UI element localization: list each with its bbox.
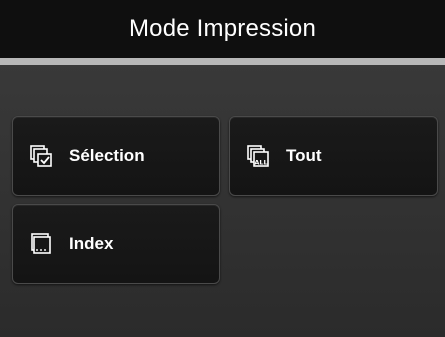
all-images-icon: ALL [247,145,269,167]
index-button[interactable]: Index [12,204,220,284]
index-label: Index [69,234,114,253]
page-title: Mode Impression [128,15,317,42]
svg-text:ALL: ALL [254,159,267,167]
select-images-icon [30,145,52,167]
all-label: Tout [286,146,322,165]
title-divider [0,58,445,65]
all-button[interactable]: ALL Tout [229,116,438,196]
selection-label: Sélection [69,146,145,165]
title-bar: Mode Impression [0,0,445,58]
print-mode-screen: Mode Impression Sélection ALL Tout Index [0,0,445,337]
selection-button[interactable]: Sélection [12,116,220,196]
index-print-icon [31,233,51,254]
